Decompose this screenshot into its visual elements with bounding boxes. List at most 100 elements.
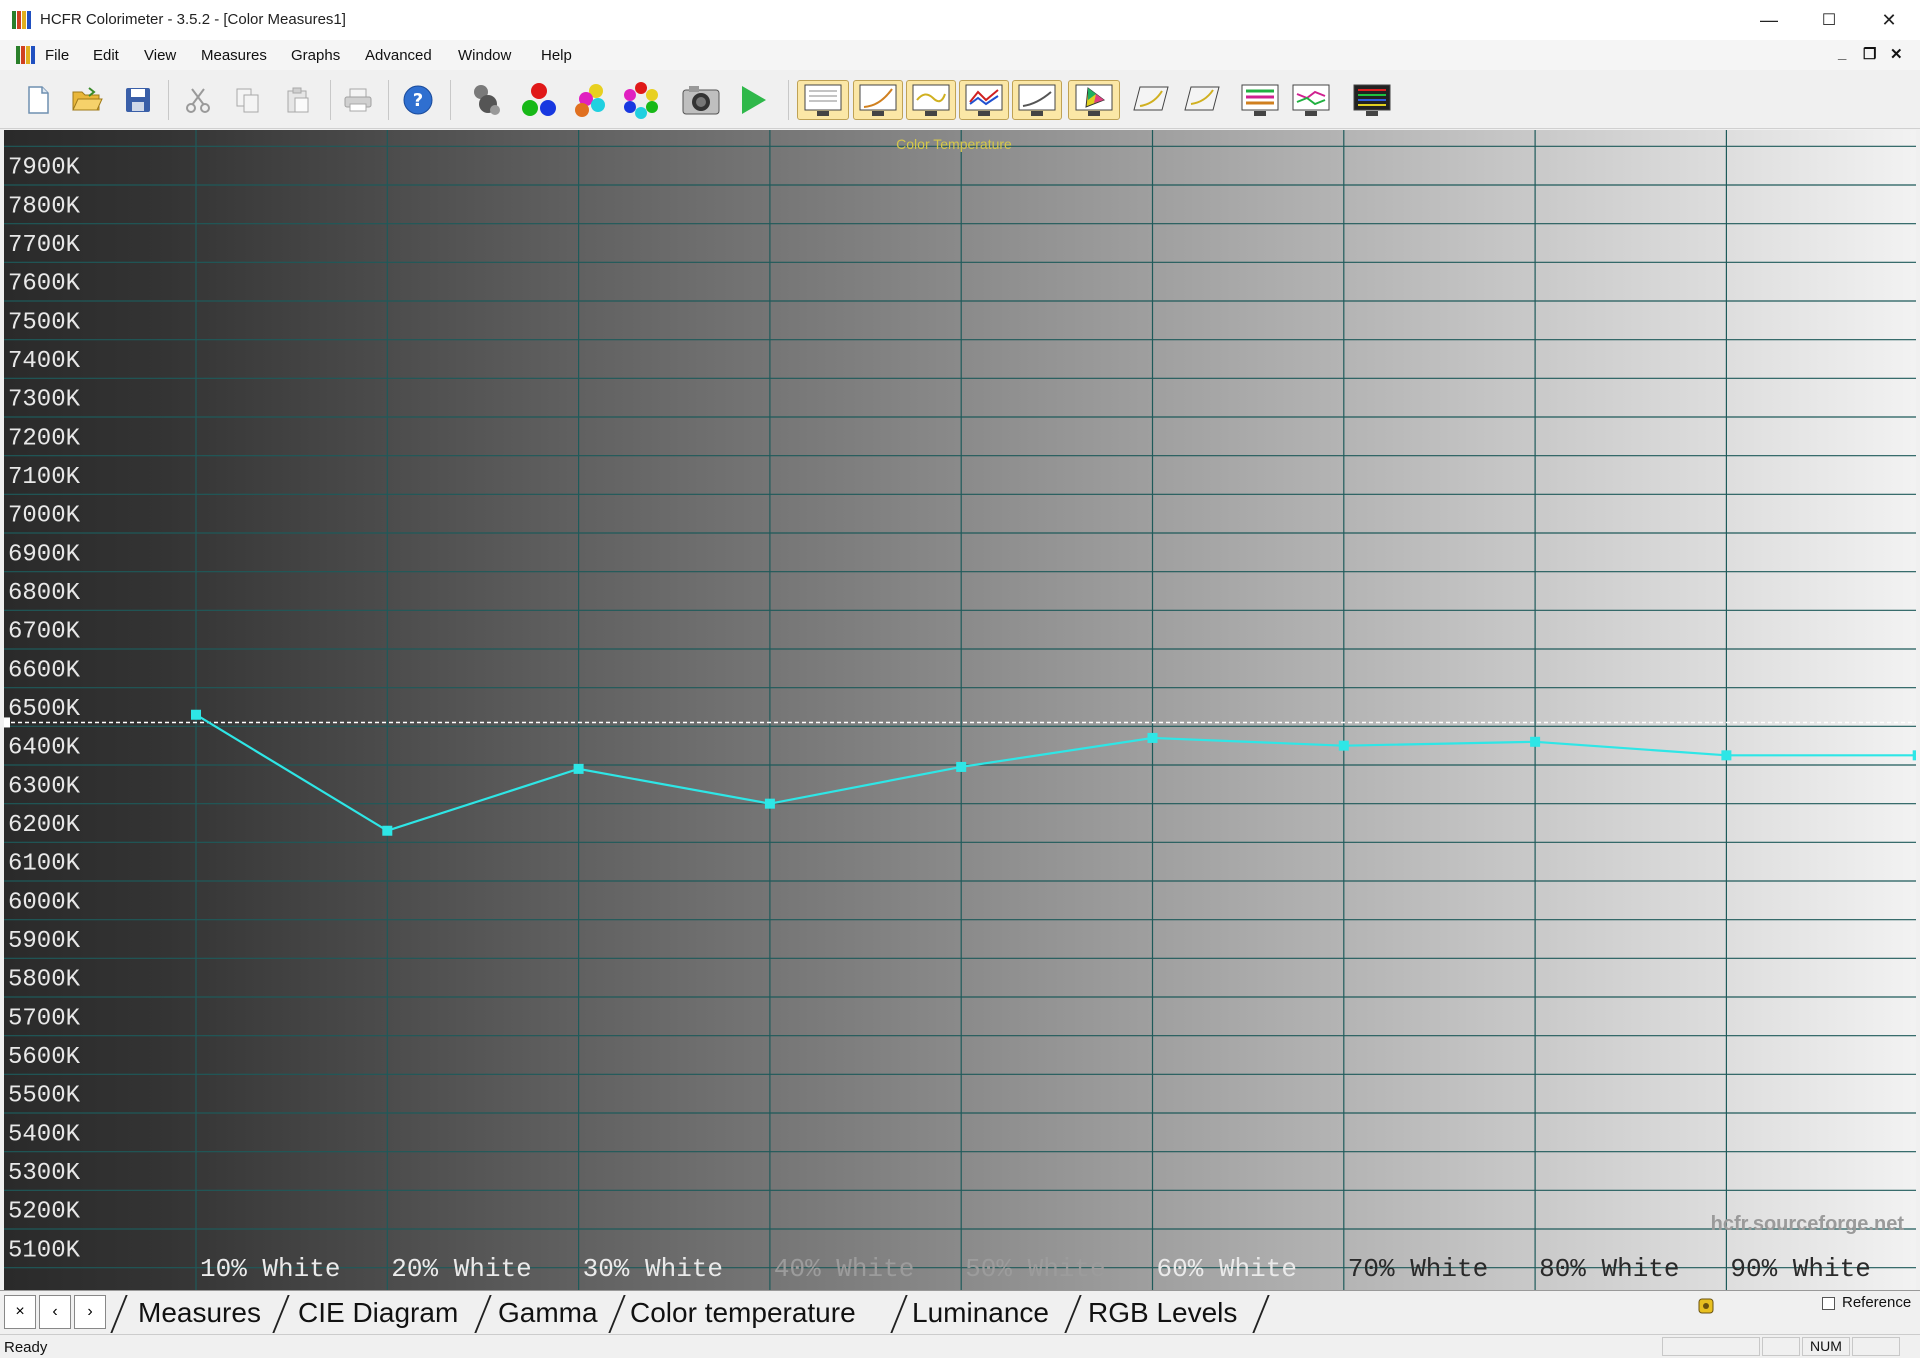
tab-separator <box>1064 1295 1082 1333</box>
menu-window[interactable]: Window <box>458 47 511 64</box>
menu-measures[interactable]: Measures <box>201 47 267 64</box>
tab-measures[interactable]: Measures <box>138 1291 261 1335</box>
view-saturation-button[interactable] <box>1352 80 1392 120</box>
prev-tab-button[interactable]: ‹ <box>39 1295 71 1329</box>
secondaries-button[interactable] <box>570 80 610 120</box>
view-near-white-icon <box>1184 86 1220 111</box>
y-tick-label: 6900K <box>8 541 81 568</box>
close-button[interactable]: ✕ <box>1860 0 1918 40</box>
menu-view[interactable]: View <box>144 47 176 64</box>
status-text: Ready <box>4 1339 48 1356</box>
menu-bar: File Edit View Measures Graphs Advanced … <box>0 40 1920 70</box>
open-button[interactable] <box>67 80 107 120</box>
view-levels2-button[interactable] <box>1291 80 1331 120</box>
view-luminance-icon <box>1018 84 1056 116</box>
view-measures-button[interactable] <box>797 80 849 120</box>
menu-edit[interactable]: Edit <box>93 47 119 64</box>
y-tick-label: 7200K <box>8 425 81 452</box>
y-tick-label: 5800K <box>8 967 81 994</box>
calibrate-icon <box>474 85 500 115</box>
new-icon <box>28 86 49 114</box>
status-panel <box>1852 1337 1900 1356</box>
y-tick-label: 5900K <box>8 928 81 955</box>
copy-button[interactable] <box>228 80 268 120</box>
menu-graphs[interactable]: Graphs <box>291 47 340 64</box>
y-tick-label: 7900K <box>8 155 81 182</box>
print-button[interactable] <box>338 80 378 120</box>
toolbar-separator <box>168 80 169 120</box>
view-gamma-button[interactable] <box>853 80 903 120</box>
y-tick-label: 7400K <box>8 348 81 375</box>
minimize-button[interactable]: — <box>1740 0 1798 40</box>
primaries-icon <box>522 83 556 116</box>
cut-button[interactable] <box>178 80 218 120</box>
reference-marker <box>4 717 10 728</box>
data-point <box>1338 740 1349 751</box>
tab-separator <box>608 1295 626 1333</box>
save-button[interactable] <box>118 80 158 120</box>
data-point <box>1721 750 1732 761</box>
menu-file[interactable]: File <box>45 47 69 64</box>
menu-advanced[interactable]: Advanced <box>365 47 432 64</box>
y-tick-label: 6300K <box>8 773 81 800</box>
new-button[interactable] <box>18 80 58 120</box>
view-near-black-button[interactable] <box>1130 80 1170 120</box>
watermark: hcfr.sourceforge.net <box>1711 1213 1905 1235</box>
y-tick-label: 6000K <box>8 889 81 916</box>
chart-title: Color Temperature <box>896 136 1012 152</box>
view-levels-icon <box>1241 84 1279 116</box>
tab-luminance[interactable]: Luminance <box>912 1291 1049 1335</box>
x-axis: 10% White 20% White 30% White 40% White 50% … <box>200 1254 1871 1284</box>
menu-help[interactable]: Help <box>541 47 572 64</box>
view-gamma2-icon <box>912 84 950 116</box>
tab-gamma[interactable]: Gamma <box>498 1291 598 1335</box>
next-tab-button[interactable]: › <box>74 1295 106 1329</box>
tab-rgb-levels[interactable]: RGB Levels <box>1088 1291 1237 1335</box>
view-rgb-button[interactable] <box>959 80 1009 120</box>
view-near-white-button[interactable] <box>1181 80 1221 120</box>
play-button[interactable] <box>733 80 773 120</box>
y-tick-label: 6100K <box>8 851 81 878</box>
status-panel <box>1762 1337 1800 1356</box>
view-gamma-icon <box>859 84 897 116</box>
mdi-close-button[interactable]: ✕ <box>1890 45 1903 63</box>
secondaries-icon <box>575 84 605 117</box>
data-point <box>191 709 201 720</box>
y-tick-label: 6800K <box>8 580 81 607</box>
data-point <box>764 798 775 809</box>
tab-cie-diagram[interactable]: CIE Diagram <box>298 1291 458 1335</box>
view-near-black-icon <box>1133 86 1169 111</box>
y-tick-label: 7300K <box>8 387 81 414</box>
y-tick-label: 5300K <box>8 1160 81 1187</box>
calibrate-button[interactable] <box>466 80 506 120</box>
y-tick-label: 6400K <box>8 735 81 762</box>
tab-color-temperature[interactable]: Color temperature <box>630 1291 856 1335</box>
toolbar-separator <box>388 80 389 120</box>
help-button[interactable]: ? <box>398 80 438 120</box>
all-colors-button[interactable] <box>621 80 661 120</box>
toolbar-separator <box>788 80 789 120</box>
tab-bar: × ‹ › Measures CIE Diagram Gamma Color t… <box>0 1290 1920 1335</box>
view-gamma2-button[interactable] <box>906 80 956 120</box>
document-icon <box>16 46 35 64</box>
view-cie-icon <box>1075 84 1113 116</box>
close-tab-button[interactable]: × <box>4 1295 36 1329</box>
primaries-button[interactable] <box>519 80 559 120</box>
mdi-restore-button[interactable]: ❐ <box>1863 45 1876 63</box>
camera-button[interactable] <box>681 80 721 120</box>
window-title: HCFR Colorimeter - 3.5.2 - [Color Measur… <box>40 11 346 28</box>
view-luminance-button[interactable] <box>1012 80 1062 120</box>
x-tick-label: 40% White <box>774 1254 914 1284</box>
open-icon <box>72 87 103 111</box>
mdi-minimize-button[interactable]: _ <box>1838 45 1846 62</box>
y-tick-label: 7600K <box>8 271 81 298</box>
tab-separator <box>1252 1295 1270 1333</box>
lock-icon <box>1698 1298 1714 1314</box>
toolbar: ? <box>0 72 1920 129</box>
paste-button[interactable] <box>278 80 318 120</box>
view-cie-button[interactable] <box>1068 80 1120 120</box>
y-tick-label: 5700K <box>8 1005 81 1032</box>
reference-checkbox[interactable] <box>1822 1297 1835 1310</box>
maximize-button[interactable]: ☐ <box>1800 0 1858 40</box>
view-levels-button[interactable] <box>1240 80 1280 120</box>
